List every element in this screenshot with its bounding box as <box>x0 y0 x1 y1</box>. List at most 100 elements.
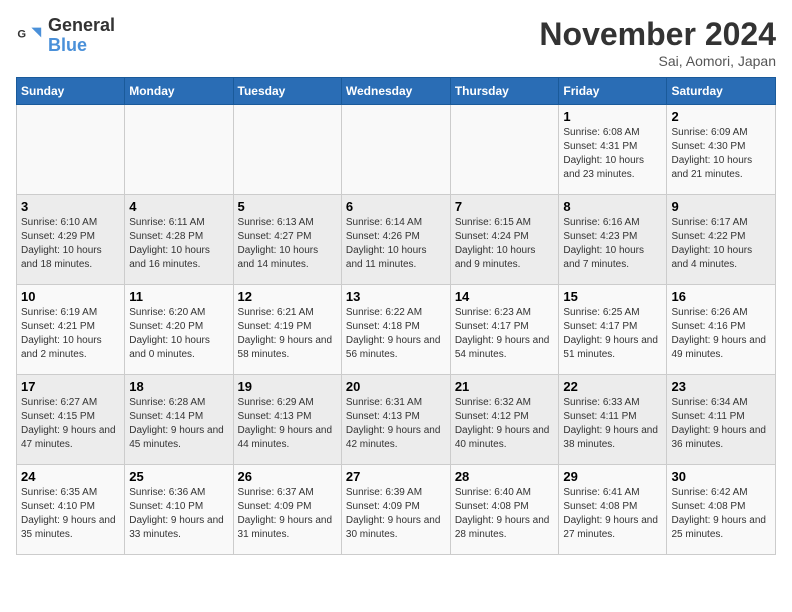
day-info: Sunrise: 6:13 AM Sunset: 4:27 PM Dayligh… <box>238 216 337 272</box>
calendar-day-cell: 6 Sunrise: 6:14 AM Sunset: 4:26 PM Daylig… <box>341 195 450 285</box>
calendar-day-cell: 22Sunrise: 6:33 AM Sunset: 4:11 PM Dayli… <box>559 375 667 465</box>
calendar-day-cell: 11 Sunrise: 6:20 AM Sunset: 4:20 PM Dayli… <box>125 285 233 375</box>
day-number: 6 <box>346 199 446 214</box>
day-info: Sunrise: 6:31 AM Sunset: 4:13 PM Dayligh… <box>346 396 446 452</box>
calendar-day-cell: 14 Sunrise: 6:23 AM Sunset: 4:17 PM Dayli… <box>450 285 559 375</box>
day-info: Sunrise: 6:14 AM Sunset: 4:26 PM Dayligh… <box>346 216 446 272</box>
day-info: Sunrise: 6:10 AM Sunset: 4:29 PM Dayligh… <box>21 216 120 272</box>
day-info: Sunrise: 6:27 AM Sunset: 4:15 PM Dayligh… <box>21 396 120 452</box>
day-number: 23 <box>671 379 771 394</box>
calendar-week-row: 10Sunrise: 6:19 AM Sunset: 4:21 PM Dayli… <box>17 285 776 375</box>
day-number: 25 <box>129 469 228 484</box>
day-info: Sunrise: 6:08 AM Sunset: 4:31 PM Dayligh… <box>563 126 662 182</box>
page-header: G General Blue November 2024 Sai, Aomori… <box>16 16 776 69</box>
day-info: Sunrise: 6:21 AM Sunset: 4:19 PM Dayligh… <box>238 306 337 362</box>
day-info: Sunrise: 6:35 AM Sunset: 4:10 PM Dayligh… <box>21 486 120 542</box>
day-number: 9 <box>671 199 771 214</box>
logo: G General Blue <box>16 16 115 56</box>
calendar-day-cell <box>450 105 559 195</box>
day-info: Sunrise: 6:33 AM Sunset: 4:11 PM Dayligh… <box>563 396 662 452</box>
day-number: 17 <box>21 379 120 394</box>
calendar-day-cell: 18 Sunrise: 6:28 AM Sunset: 4:14 PM Dayli… <box>125 375 233 465</box>
day-info: Sunrise: 6:29 AM Sunset: 4:13 PM Dayligh… <box>238 396 337 452</box>
calendar-table: SundayMondayTuesdayWednesdayThursdayFrid… <box>16 77 776 555</box>
day-number: 4 <box>129 199 228 214</box>
weekday-header-row: SundayMondayTuesdayWednesdayThursdayFrid… <box>17 78 776 105</box>
day-info: Sunrise: 6:20 AM Sunset: 4:20 PM Dayligh… <box>129 306 228 362</box>
day-number: 18 <box>129 379 228 394</box>
day-info: Sunrise: 6:16 AM Sunset: 4:23 PM Dayligh… <box>563 216 662 272</box>
day-info: Sunrise: 6:23 AM Sunset: 4:17 PM Dayligh… <box>455 306 555 362</box>
day-info: Sunrise: 6:11 AM Sunset: 4:28 PM Dayligh… <box>129 216 228 272</box>
day-number: 24 <box>21 469 120 484</box>
day-info: Sunrise: 6:41 AM Sunset: 4:08 PM Dayligh… <box>563 486 662 542</box>
calendar-day-cell: 30Sunrise: 6:42 AM Sunset: 4:08 PM Dayli… <box>667 465 776 555</box>
title-block: November 2024 Sai, Aomori, Japan <box>539 16 776 69</box>
day-number: 8 <box>563 199 662 214</box>
calendar-week-row: 17 Sunrise: 6:27 AM Sunset: 4:15 PM Dayli… <box>17 375 776 465</box>
calendar-day-cell: 16Sunrise: 6:26 AM Sunset: 4:16 PM Dayli… <box>667 285 776 375</box>
day-info: Sunrise: 6:36 AM Sunset: 4:10 PM Dayligh… <box>129 486 228 542</box>
day-info: Sunrise: 6:15 AM Sunset: 4:24 PM Dayligh… <box>455 216 555 272</box>
day-info: Sunrise: 6:42 AM Sunset: 4:08 PM Dayligh… <box>671 486 771 542</box>
calendar-day-cell: 29 Sunrise: 6:41 AM Sunset: 4:08 PM Dayli… <box>559 465 667 555</box>
calendar-day-cell <box>125 105 233 195</box>
day-number: 15 <box>563 289 662 304</box>
day-info: Sunrise: 6:09 AM Sunset: 4:30 PM Dayligh… <box>671 126 771 182</box>
day-number: 3 <box>21 199 120 214</box>
day-number: 7 <box>455 199 555 214</box>
logo-text: General Blue <box>48 16 115 56</box>
day-info: Sunrise: 6:40 AM Sunset: 4:08 PM Dayligh… <box>455 486 555 542</box>
day-info: Sunrise: 6:22 AM Sunset: 4:18 PM Dayligh… <box>346 306 446 362</box>
calendar-day-cell: 9 Sunrise: 6:17 AM Sunset: 4:22 PM Daylig… <box>667 195 776 285</box>
calendar-day-cell: 21 Sunrise: 6:32 AM Sunset: 4:12 PM Dayli… <box>450 375 559 465</box>
calendar-day-cell: 2 Sunrise: 6:09 AM Sunset: 4:30 PM Daylig… <box>667 105 776 195</box>
weekday-header-cell: Tuesday <box>233 78 341 105</box>
calendar-day-cell: 27 Sunrise: 6:39 AM Sunset: 4:09 PM Dayli… <box>341 465 450 555</box>
weekday-header-cell: Wednesday <box>341 78 450 105</box>
calendar-day-cell: 26Sunrise: 6:37 AM Sunset: 4:09 PM Dayli… <box>233 465 341 555</box>
day-number: 21 <box>455 379 555 394</box>
day-number: 19 <box>238 379 337 394</box>
weekday-header-cell: Thursday <box>450 78 559 105</box>
day-number: 27 <box>346 469 446 484</box>
day-number: 1 <box>563 109 662 124</box>
calendar-day-cell: 3 Sunrise: 6:10 AM Sunset: 4:29 PM Daylig… <box>17 195 125 285</box>
weekday-header-cell: Saturday <box>667 78 776 105</box>
calendar-day-cell: 28 Sunrise: 6:40 AM Sunset: 4:08 PM Dayli… <box>450 465 559 555</box>
weekday-header-cell: Monday <box>125 78 233 105</box>
day-number: 14 <box>455 289 555 304</box>
day-number: 16 <box>671 289 771 304</box>
calendar-day-cell: 15Sunrise: 6:25 AM Sunset: 4:17 PM Dayli… <box>559 285 667 375</box>
location-subtitle: Sai, Aomori, Japan <box>539 53 776 69</box>
calendar-day-cell: 19 Sunrise: 6:29 AM Sunset: 4:13 PM Dayli… <box>233 375 341 465</box>
month-title: November 2024 <box>539 16 776 53</box>
day-info: Sunrise: 6:32 AM Sunset: 4:12 PM Dayligh… <box>455 396 555 452</box>
day-info: Sunrise: 6:37 AM Sunset: 4:09 PM Dayligh… <box>238 486 337 542</box>
day-number: 11 <box>129 289 228 304</box>
day-number: 29 <box>563 469 662 484</box>
weekday-header-cell: Friday <box>559 78 667 105</box>
day-number: 20 <box>346 379 446 394</box>
svg-text:G: G <box>17 28 26 40</box>
calendar-week-row: 24 Sunrise: 6:35 AM Sunset: 4:10 PM Dayli… <box>17 465 776 555</box>
day-number: 13 <box>346 289 446 304</box>
weekday-header-cell: Sunday <box>17 78 125 105</box>
day-info: Sunrise: 6:39 AM Sunset: 4:09 PM Dayligh… <box>346 486 446 542</box>
calendar-day-cell: 10Sunrise: 6:19 AM Sunset: 4:21 PM Dayli… <box>17 285 125 375</box>
day-number: 2 <box>671 109 771 124</box>
calendar-day-cell <box>17 105 125 195</box>
day-number: 12 <box>238 289 337 304</box>
day-number: 5 <box>238 199 337 214</box>
day-number: 28 <box>455 469 555 484</box>
calendar-day-cell: 12 Sunrise: 6:21 AM Sunset: 4:19 PM Dayli… <box>233 285 341 375</box>
calendar-day-cell: 8 Sunrise: 6:16 AM Sunset: 4:23 PM Daylig… <box>559 195 667 285</box>
calendar-day-cell: 24 Sunrise: 6:35 AM Sunset: 4:10 PM Dayli… <box>17 465 125 555</box>
calendar-day-cell: 5 Sunrise: 6:13 AM Sunset: 4:27 PM Daylig… <box>233 195 341 285</box>
day-info: Sunrise: 6:17 AM Sunset: 4:22 PM Dayligh… <box>671 216 771 272</box>
calendar-day-cell: 17 Sunrise: 6:27 AM Sunset: 4:15 PM Dayli… <box>17 375 125 465</box>
calendar-body: 1 Sunrise: 6:08 AM Sunset: 4:31 PM Daylig… <box>17 105 776 555</box>
calendar-day-cell <box>341 105 450 195</box>
calendar-week-row: 3 Sunrise: 6:10 AM Sunset: 4:29 PM Daylig… <box>17 195 776 285</box>
day-info: Sunrise: 6:28 AM Sunset: 4:14 PM Dayligh… <box>129 396 228 452</box>
